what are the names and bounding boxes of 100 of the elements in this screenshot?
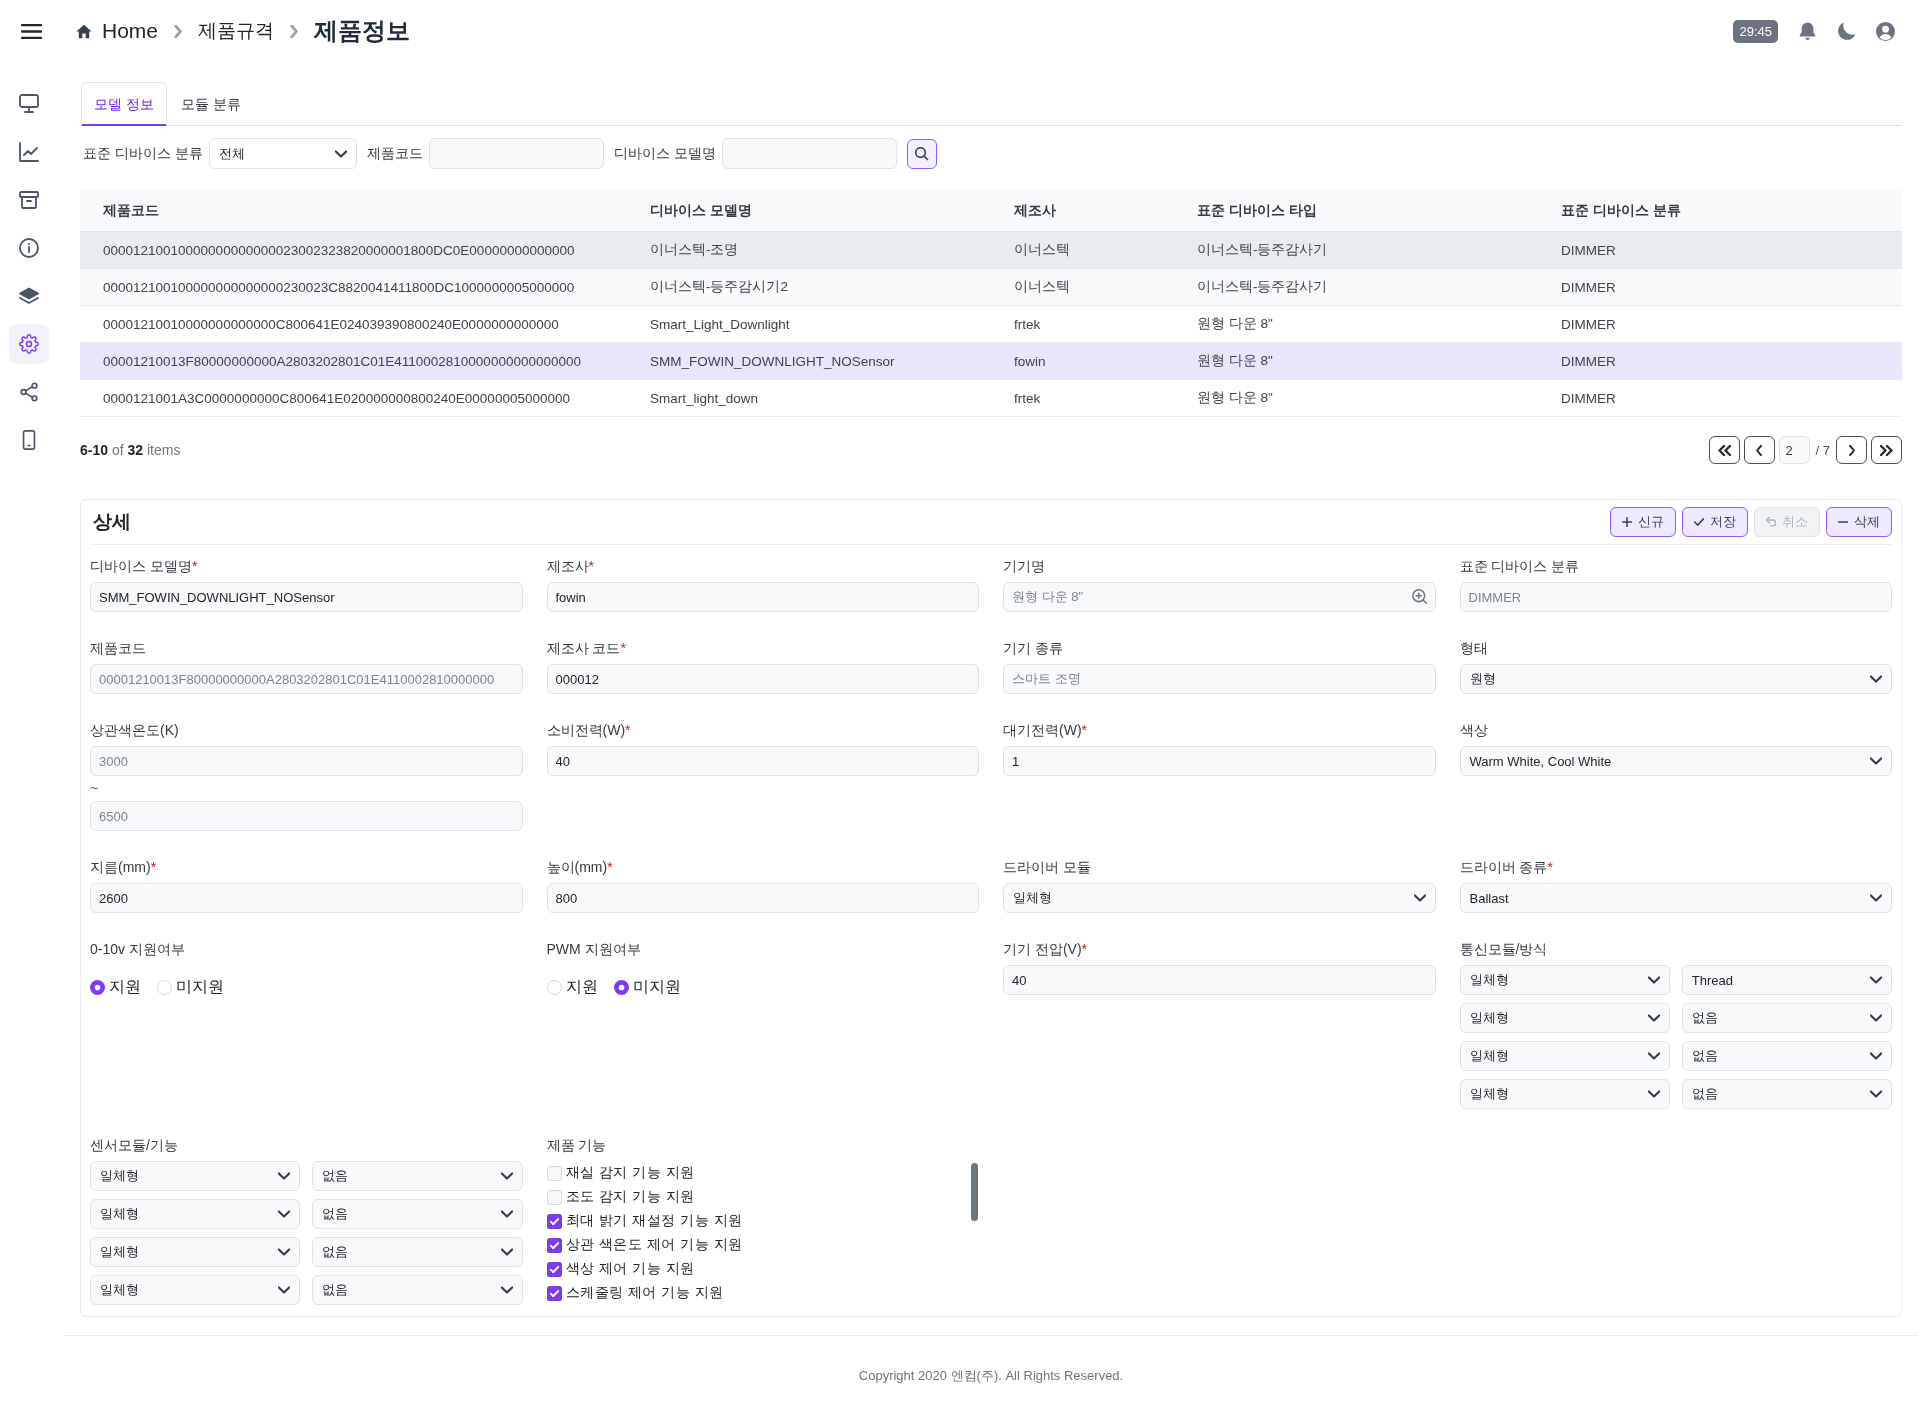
dropdown[interactable]: 전체 bbox=[208, 138, 357, 169]
text-field[interactable] bbox=[428, 138, 604, 169]
first-page-button[interactable] bbox=[1708, 436, 1740, 464]
dropdown[interactable]: 없음 bbox=[312, 1237, 523, 1267]
column-header[interactable]: 제품코드 bbox=[80, 201, 627, 220]
user-icon[interactable] bbox=[1876, 21, 1895, 41]
plus-icon bbox=[1622, 517, 1632, 527]
checkbox[interactable] bbox=[546, 1213, 562, 1229]
chevron-down-icon bbox=[500, 1210, 513, 1218]
item-count-text: 6-10 of 32 items bbox=[80, 442, 181, 458]
dropdown[interactable]: 일체형 bbox=[90, 1199, 301, 1229]
dropdown[interactable]: 일체형 bbox=[1003, 883, 1436, 913]
dropdown[interactable]: 일체형 bbox=[1459, 1079, 1670, 1109]
radio-label[interactable]: 미지원 bbox=[632, 977, 681, 998]
radio-label[interactable]: 지원 bbox=[565, 977, 598, 998]
chevron-down-icon bbox=[278, 1286, 291, 1294]
tab[interactable]: 모듈 분류 bbox=[167, 82, 254, 126]
text-field[interactable]: 1 bbox=[1003, 746, 1436, 776]
table-cell: DIMMER bbox=[1561, 279, 1616, 295]
dropdown[interactable]: 없음 bbox=[312, 1161, 523, 1191]
table-cell: frtek bbox=[1014, 316, 1041, 332]
dropdown[interactable]: 일체형 bbox=[90, 1161, 301, 1191]
checkbox[interactable] bbox=[546, 1285, 562, 1301]
text-field[interactable]: 000012 bbox=[546, 664, 979, 694]
breadcrumb-link[interactable]: 제품규격 bbox=[198, 18, 275, 44]
radio-button[interactable] bbox=[546, 980, 562, 995]
scrollbar-thumb[interactable] bbox=[971, 1163, 978, 1221]
radio-button[interactable] bbox=[90, 980, 105, 995]
column-header[interactable]: 디바이스 모델명 bbox=[627, 201, 991, 220]
text-field[interactable]: 40 bbox=[1003, 965, 1436, 995]
chevron-right-icon bbox=[1846, 444, 1857, 456]
dropdown[interactable]: 일체형 bbox=[90, 1237, 301, 1267]
checkbox-label: 스케줄링 제어 기능 지원 bbox=[565, 1284, 724, 1302]
dropdown[interactable]: Thread bbox=[1681, 965, 1892, 995]
chevron-down-icon bbox=[1870, 1090, 1882, 1098]
table-row[interactable]: 00001210013F80000000000A2803202801C01E4110002810000000000000000 SMM_FOWIN_DOWNLIGHT_NOSensor fowin 원형 다운 8" DIMMER bbox=[80, 343, 1902, 380]
menu-icon[interactable] bbox=[21, 22, 42, 40]
search-button[interactable] bbox=[906, 138, 937, 169]
bell-icon[interactable] bbox=[1798, 21, 1817, 41]
radio-label[interactable]: 미지원 bbox=[176, 977, 224, 998]
share-icon bbox=[19, 382, 39, 402]
page-field[interactable]: 2 bbox=[1778, 436, 1810, 464]
dropdown[interactable]: 없음 bbox=[1681, 1079, 1892, 1109]
sidebar-button[interactable] bbox=[9, 324, 49, 364]
delete-button[interactable]: 삭제 bbox=[1826, 507, 1892, 537]
add-button[interactable]: 신규 bbox=[1610, 507, 1676, 537]
next-page-button[interactable] bbox=[1836, 436, 1867, 464]
text-field[interactable]: 2600 bbox=[90, 883, 523, 913]
tab[interactable]: 모델 정보 bbox=[81, 82, 167, 126]
dropdown[interactable]: Ballast bbox=[1459, 883, 1892, 913]
moon-icon[interactable] bbox=[1837, 21, 1856, 41]
table-cell: 00001210010000000000000C800641E024039390800240E0000000000000 bbox=[103, 316, 559, 332]
table-cell: Smart_Light_Downlight bbox=[650, 316, 790, 332]
page-count: / 7 bbox=[1815, 442, 1830, 458]
text-field[interactable]: 40 bbox=[546, 746, 979, 776]
checkbox[interactable] bbox=[546, 1261, 562, 1277]
column-header[interactable]: 표준 디바이스 분류 bbox=[1538, 201, 1902, 220]
chevron-down-icon bbox=[1870, 757, 1882, 765]
layers-icon bbox=[19, 286, 39, 306]
checkbox[interactable] bbox=[546, 1189, 562, 1205]
chevron-down-icon bbox=[278, 1210, 291, 1218]
table-row[interactable]: 000012100100000000000000230023C8820041411800DC1000000005000000 이너스텍-등주감시기2 이너스텍 이너스텍-등주감사기 DIMMER bbox=[80, 269, 1902, 306]
radio-button[interactable] bbox=[157, 980, 172, 995]
text-field[interactable]: fowin bbox=[546, 582, 979, 612]
home-icon bbox=[76, 23, 92, 39]
text-field[interactable] bbox=[721, 138, 897, 169]
table-cell: 이너스텍-등주감사기 bbox=[1197, 242, 1328, 257]
column-header[interactable]: 제조사 bbox=[991, 201, 1174, 220]
previous-page-button[interactable] bbox=[1743, 436, 1775, 464]
column-header[interactable]: 표준 디바이스 타입 bbox=[1174, 201, 1538, 220]
table-cell: 00001210010000000000000023002323820000001800DC0E00000000000000 bbox=[103, 242, 575, 258]
checkbox[interactable] bbox=[546, 1165, 562, 1181]
radio-label[interactable]: 지원 bbox=[109, 977, 141, 998]
chevron-left-icon bbox=[1754, 444, 1765, 456]
dropdown[interactable]: 없음 bbox=[1681, 1003, 1892, 1033]
dropdown[interactable]: Warm White, Cool White bbox=[1459, 746, 1892, 776]
dropdown[interactable]: 없음 bbox=[1681, 1041, 1892, 1071]
magnifier-plus-icon[interactable] bbox=[1411, 589, 1428, 605]
undo-icon bbox=[1766, 517, 1776, 527]
text-field[interactable]: SMM_FOWIN_DOWNLIGHT_NOSensor bbox=[90, 582, 523, 612]
dropdown[interactable]: 일체형 bbox=[1459, 965, 1670, 995]
table-cell: 이너스텍-등주감시기2 bbox=[650, 279, 788, 294]
dropdown[interactable]: 일체형 bbox=[1459, 1003, 1670, 1033]
filter-label: 디바이스 모델명 bbox=[613, 144, 716, 163]
table-cell: 이너스텍 bbox=[1014, 279, 1070, 294]
breadcrumb-link[interactable]: Home bbox=[76, 19, 159, 43]
save-button[interactable]: 저장 bbox=[1682, 507, 1748, 537]
filter-label: 제품코드 bbox=[366, 144, 423, 163]
checkbox-label: 조도 감지 기능 지원 bbox=[565, 1188, 695, 1206]
dropdown[interactable]: 원형 bbox=[1459, 664, 1892, 694]
dropdown[interactable]: 없음 bbox=[312, 1199, 523, 1229]
last-page-button[interactable] bbox=[1871, 436, 1902, 464]
text-field[interactable]: 800 bbox=[546, 883, 979, 913]
checkbox[interactable] bbox=[546, 1237, 562, 1253]
dropdown[interactable]: 일체형 bbox=[1459, 1041, 1670, 1071]
dropdown[interactable]: 없음 bbox=[312, 1275, 523, 1305]
radio-button[interactable] bbox=[613, 980, 629, 995]
table-row[interactable]: 00001210010000000000000023002323820000001800DC0E00000000000000 이너스텍-조명 이너스텍 이너스텍-등주감사기 DIMMER bbox=[80, 232, 1902, 269]
dropdown[interactable]: 일체형 bbox=[90, 1275, 301, 1305]
chevron-down-icon bbox=[1647, 1052, 1660, 1060]
